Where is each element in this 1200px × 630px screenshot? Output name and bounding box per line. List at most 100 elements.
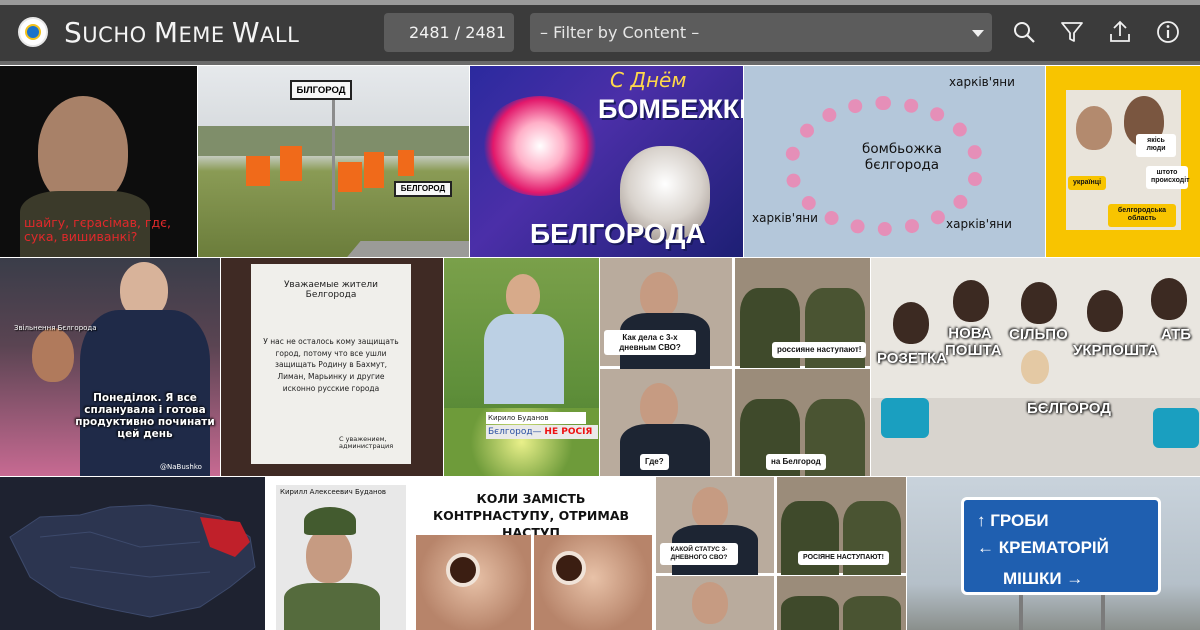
ring-label: харків'яни (949, 75, 1015, 89)
person (640, 383, 678, 429)
notice-signature: С уважением, администрация (339, 435, 394, 451)
meme-tile[interactable]: Как дела с 3-х дневным СВО? россияне нас… (600, 258, 870, 476)
logo-emblem (25, 24, 41, 40)
greeting-text: С Днём (610, 68, 687, 92)
map-graphic (9, 504, 256, 618)
sign-row: ↑ ГРОБИ (977, 511, 1049, 530)
meme-tile[interactable]: Кирилл Алексеевич Буданов КОЛИ ЗАМІСТЬ К… (266, 477, 655, 630)
meme-tile[interactable]: С Днём БОМБЕЖКИ БЕЛГОРОДА (470, 66, 743, 257)
result-counter[interactable]: 2481 / 2481 (384, 13, 514, 52)
ring-label: харків'яни (946, 217, 1012, 231)
eye (552, 551, 586, 585)
person (1021, 282, 1057, 324)
title-part: UCHO (82, 23, 154, 47)
title-part: M (153, 16, 179, 49)
speech-bubble: на Белгород (766, 454, 826, 470)
sign-post (1101, 595, 1105, 630)
worker (364, 152, 384, 188)
baby-face (416, 535, 531, 630)
person-label: СІЛЬПО (1009, 326, 1068, 343)
content-filter-select[interactable]: – Filter by Content – (530, 13, 992, 52)
headline-text: БЕЛГОРОДА (530, 218, 706, 249)
center-label: бомбьожка бєлгорода (862, 141, 942, 173)
meme-tile[interactable]: БІЛГОРОД БЕЛГОРОД (198, 66, 469, 257)
meme-tile[interactable]: бомбьожка бєлгорода харків'яни харків'ян… (744, 66, 1045, 257)
speech-bubble: українці (1068, 176, 1107, 191)
notice-body: У нас не осталось кому защищать город, п… (263, 337, 399, 393)
meme-tile[interactable]: Звільнення Бєлгорода Понеділок. Я все сп… (0, 258, 220, 476)
speech-bubble: якісь люди (1136, 134, 1176, 157)
filter-icon[interactable] (1059, 19, 1085, 45)
speech-bubble: КАКОЙ СТАТУС 3-ДНЕВНОГО СВО? (660, 543, 738, 565)
notice-title: Уважаемые жители Белгорода (283, 280, 379, 301)
meme-tile[interactable]: Уважаемые жители Белгорода У нас не оста… (221, 258, 443, 476)
upload-icon[interactable] (1107, 19, 1133, 45)
title-part: W (231, 16, 261, 49)
meme-tile[interactable]: шайгу, гєрасімав, гдє, сука, вишиванкі? (0, 66, 197, 257)
panel (777, 576, 906, 630)
person-label: РОЗЕТКА (877, 350, 948, 367)
meme-tile[interactable]: Кирило Буданов Бєлгород— НЕ РОСІЯ (444, 258, 599, 476)
title-part: ALL (260, 23, 300, 47)
title-part: EME (178, 23, 232, 47)
logo-icon[interactable] (18, 17, 48, 47)
person (306, 527, 352, 583)
speech-bubble: РОСІЯНЕ НАСТУПАЮТ! (798, 551, 889, 566)
sign-post (1019, 595, 1023, 630)
road-sign-small: БЕЛГОРОД (394, 181, 452, 197)
worker (280, 146, 302, 181)
meme-tile[interactable] (0, 477, 265, 630)
sign-text: МІШКИ (1003, 569, 1062, 588)
person-label: АТБ (1161, 326, 1192, 343)
person-label: БЄЛГОРОД (1027, 400, 1111, 417)
cap-hat (304, 507, 356, 535)
person (1087, 290, 1123, 332)
person (953, 280, 989, 322)
worker (398, 150, 414, 176)
subtitle-left: Бєлгород— (488, 427, 545, 437)
headline-text: БОМБЕЖКИ (598, 94, 743, 124)
flowers (480, 96, 600, 196)
meme-tile[interactable]: КАКОЙ СТАТУС 3-ДНЕВНОГО СВО? РОСІЯНЕ НАС… (656, 477, 906, 630)
label-text: Звільнення Бєлгорода (14, 324, 97, 332)
app-header: SUCHO MEME WALL 2481 / 2481 – Filter by … (0, 5, 1200, 61)
title-part: S (64, 16, 83, 49)
cushion (881, 398, 929, 438)
sign-row: ← КРЕМАТОРІЙ (977, 538, 1109, 557)
chevron-down-icon (972, 30, 984, 37)
subtitle-right: НЕ РОСІЯ (544, 427, 593, 437)
portrait-caption: Кирилл Алексеевич Буданов (280, 488, 387, 496)
meme-tile[interactable]: ↑ ГРОБИ ← КРЕМАТОРІЙ МІШКИ → (907, 477, 1200, 630)
cushion (1153, 408, 1199, 448)
credit-text: @NaBushko (160, 463, 202, 471)
meme-tile[interactable]: якісь люди штото происходіт українці бел… (1046, 66, 1200, 257)
road-sign: БІЛГОРОД (290, 80, 352, 100)
speech-bubble: Где? (640, 454, 669, 470)
filter-placeholder: – Filter by Content – (540, 23, 700, 42)
speech-bubble: белгородська область (1108, 204, 1176, 227)
sign-row: МІШКИ → (1003, 569, 1084, 588)
worker (338, 162, 362, 192)
person (692, 487, 728, 529)
person (506, 274, 540, 316)
baby-face (534, 535, 652, 630)
speech-bubble: штото происходіт (1146, 166, 1190, 189)
eye (446, 553, 480, 587)
speech-bubble: россияне наступают! (772, 342, 867, 358)
person (32, 328, 74, 382)
app-title: SUCHO MEME WALL (64, 16, 299, 49)
subtitle: Бєлгород— НЕ РОСІЯ (486, 425, 598, 440)
info-icon[interactable] (1155, 19, 1181, 45)
shirt (484, 314, 564, 404)
person-label: НОВА ПОШТА (945, 325, 1002, 359)
uniform (781, 596, 839, 630)
meme-tile[interactable]: РОЗЕТКА НОВА ПОШТА СІЛЬПО УКРПОШТА АТБ Б… (871, 258, 1200, 476)
person (893, 302, 929, 344)
person (1151, 278, 1187, 320)
portrait-figure (38, 96, 128, 206)
search-icon[interactable] (1011, 19, 1037, 45)
meme-caption: шайгу, гєрасімав, гдє, сука, вишиванкі? (24, 215, 171, 245)
person (1076, 106, 1112, 150)
uniform (843, 596, 901, 630)
meme-caption: Понеділок. Я все спланувала і готова про… (75, 392, 215, 441)
